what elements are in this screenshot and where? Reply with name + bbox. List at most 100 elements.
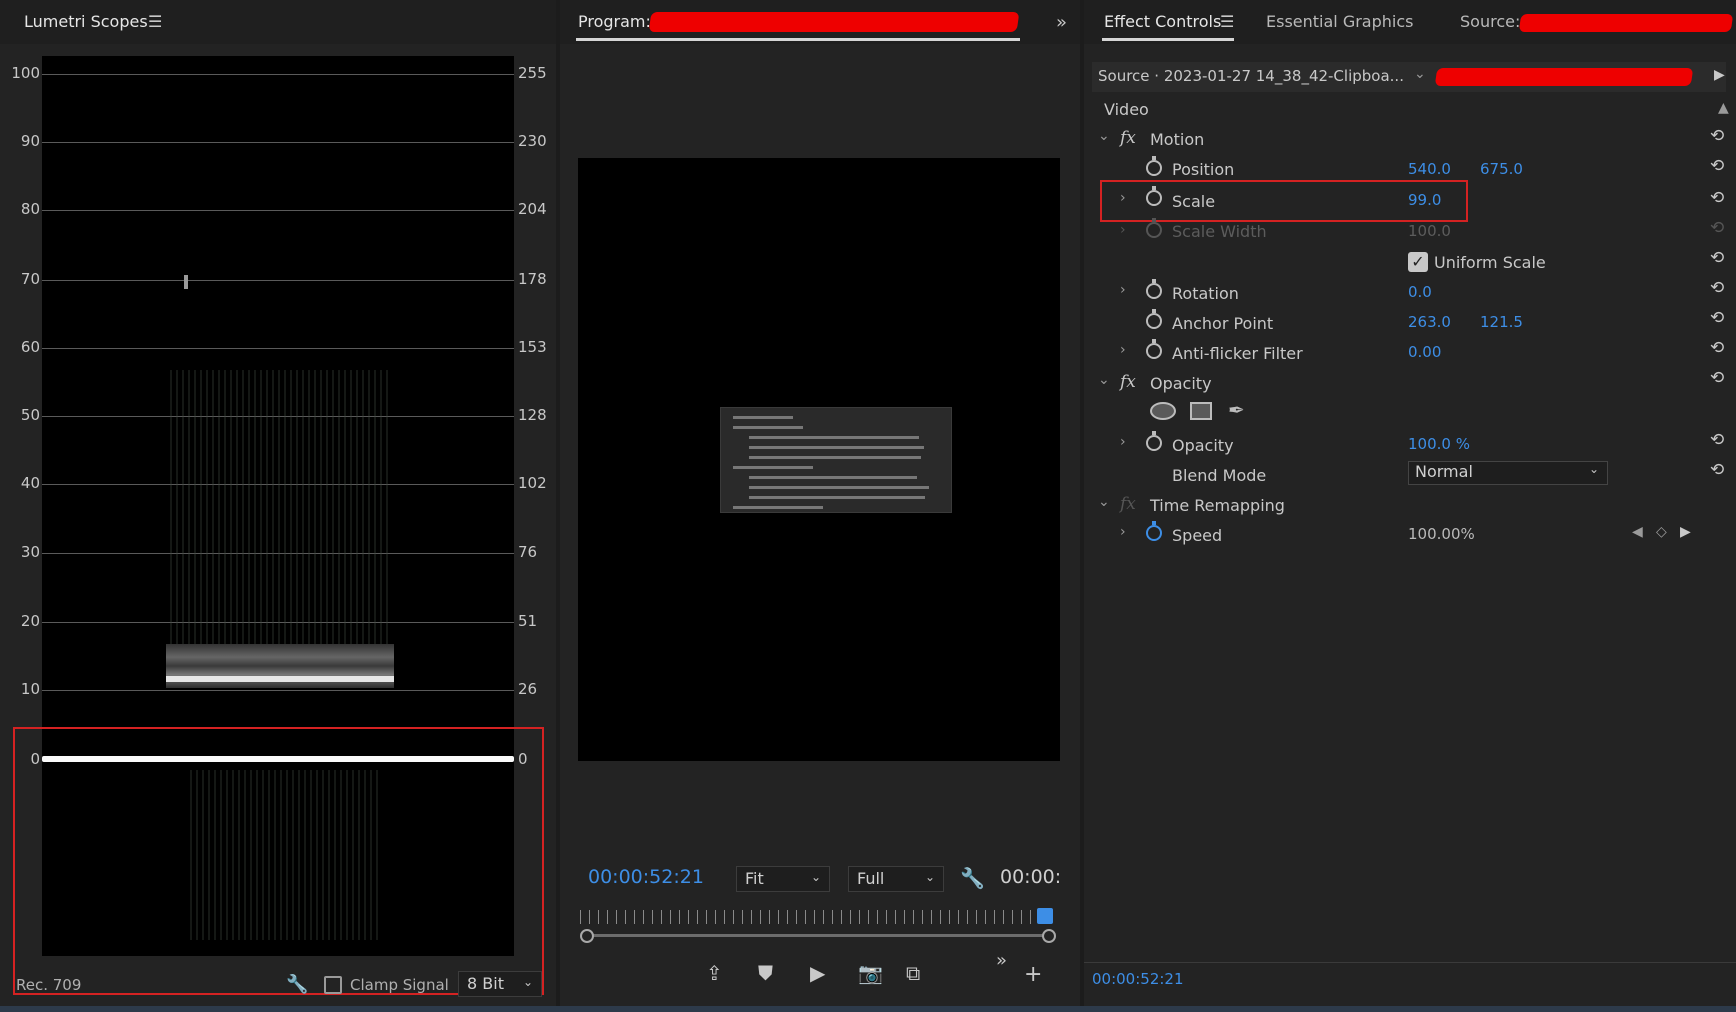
y-label-right: 102 [518,474,547,492]
fx-icon[interactable]: fx [1120,128,1136,148]
camera-icon[interactable]: 📷 [858,961,883,985]
thumbnail-line [749,486,929,489]
scopes-title[interactable]: Lumetri Scopes [24,12,148,31]
expand-arrow-icon[interactable]: › [1120,282,1126,298]
program-tabbar: Program: » [560,0,1080,44]
reset-icon[interactable]: ⟲ [1710,430,1724,450]
stopwatch-icon[interactable] [1146,309,1162,329]
thumbnail-line [749,436,919,439]
y-label-left: 30 [20,543,40,561]
ellipse-mask-icon[interactable] [1150,402,1176,420]
wrench-icon[interactable]: 🔧 [960,866,985,890]
rectangle-mask-icon[interactable] [1190,402,1212,420]
rotation-value[interactable]: 0.0 [1408,283,1432,301]
stopwatch-icon [1146,218,1162,238]
time-ruler[interactable] [580,910,1054,924]
expand-arrow-icon[interactable]: › [1120,524,1126,540]
uniform-scale-label: Uniform Scale [1434,253,1546,272]
bit-depth-dropdown[interactable]: 8 Bit ⌄ [458,971,542,997]
wrench-icon[interactable]: 🔧 [286,974,308,995]
y-label-left: 10 [20,680,40,698]
comparison-view-icon[interactable]: ⧉ [906,961,920,985]
panel-menu-icon[interactable]: ☰ [148,12,162,31]
collapse-arrow-icon[interactable]: ⌄ [1098,372,1110,388]
overflow-chevron-icon[interactable]: » [1056,12,1067,33]
reset-icon[interactable]: ⟲ [1710,368,1724,388]
fx-icon[interactable]: fx [1120,372,1136,392]
y-label-left: 70 [20,270,40,288]
source-clip-label[interactable]: Source · 2023-01-27 14_38_42-Clipboa... [1098,67,1404,85]
zoom-fit-dropdown[interactable]: Fit ⌄ [736,866,830,892]
expand-arrow-icon[interactable]: › [1120,342,1126,358]
play-icon[interactable]: ▶ [810,961,825,985]
play-triangle-icon[interactable]: ▶ [1714,67,1725,83]
stopwatch-icon[interactable] [1146,156,1162,176]
tab-essential-graphics[interactable]: Essential Graphics [1266,12,1413,31]
reset-icon[interactable]: ⟲ [1710,126,1724,146]
speed-value[interactable]: 100.00% [1408,525,1475,543]
collapse-arrow-icon[interactable]: ⌄ [1098,128,1110,144]
opacity-value[interactable]: 100.0 % [1408,435,1470,453]
duration-timecode: 00:00: [1000,866,1062,888]
tab-effect-controls[interactable]: Effect Controls [1104,12,1221,31]
stopwatch-icon[interactable] [1146,521,1162,541]
y-label-left: 50 [20,406,40,424]
thumbnail-line [733,426,803,429]
thumbnail-line [733,416,793,419]
tab-source[interactable]: Source: [1460,12,1520,31]
position-y-value[interactable]: 675.0 [1480,160,1523,178]
playhead-timecode[interactable]: 00:00:52:21 [588,866,704,888]
footer-timecode[interactable]: 00:00:52:21 [1092,970,1184,988]
blend-mode-label: Blend Mode [1172,466,1267,485]
position-label: Position [1172,160,1235,179]
anti-flicker-value[interactable]: 0.00 [1408,343,1441,361]
program-title[interactable]: Program: [578,12,651,31]
panel-menu-icon[interactable]: ☰ [1220,12,1234,31]
zoom-scrollbar[interactable] [586,934,1050,937]
add-keyframe-icon[interactable]: ◇ [1656,524,1667,540]
program-viewer[interactable] [578,158,1060,761]
playback-resolution-dropdown[interactable]: Full ⌄ [848,866,944,892]
redaction-mark [648,12,1020,32]
pen-mask-icon[interactable]: ✒ [1228,398,1245,422]
y-label-right: 178 [518,270,547,288]
stopwatch-icon[interactable] [1146,339,1162,359]
overflow-chevron-icon[interactable]: » [996,950,1007,971]
playhead-handle[interactable] [1037,908,1053,924]
next-keyframe-icon[interactable]: ▶ [1680,524,1691,540]
grid-line [42,210,514,211]
y-label-right: 128 [518,406,547,424]
marker-icon[interactable]: ⛊ [758,961,773,985]
video-section-label: Video [1104,100,1149,119]
scopes-tabbar: Lumetri Scopes ☰ [0,0,556,44]
scroll-up-icon[interactable]: ▲ [1718,100,1729,116]
collapse-arrow-icon[interactable]: ⌄ [1098,494,1110,510]
speed-label: Speed [1172,526,1223,545]
zoom-handle-left[interactable] [580,929,594,943]
blend-mode-dropdown[interactable]: Normal ⌄ [1408,461,1608,485]
reset-icon[interactable]: ⟲ [1710,338,1724,358]
chevron-down-icon: ⌄ [1588,462,1599,476]
reset-icon[interactable]: ⟲ [1710,460,1724,480]
chevron-down-icon[interactable]: ⌄ [1414,66,1426,82]
anchor-x-value[interactable]: 263.0 [1408,313,1451,331]
reset-icon[interactable]: ⟲ [1710,156,1724,176]
export-frame-icon[interactable]: ⇪ [706,961,723,985]
anchor-y-value[interactable]: 121.5 [1480,313,1523,331]
reset-icon[interactable]: ⟲ [1710,278,1724,298]
reset-icon[interactable]: ⟲ [1710,188,1724,208]
expand-arrow-icon[interactable]: › [1120,434,1126,450]
add-button-icon[interactable]: + [1024,962,1042,987]
uniform-scale-checkbox[interactable]: ✓ [1408,252,1428,272]
stopwatch-icon[interactable] [1146,431,1162,451]
clamp-signal-checkbox[interactable] [324,976,342,994]
previous-keyframe-icon[interactable]: ◀ [1632,524,1643,540]
reset-icon[interactable]: ⟲ [1710,308,1724,328]
colorspace-label[interactable]: Rec. 709 [16,976,81,994]
highlight-box [13,727,544,995]
grid-line [42,142,514,143]
stopwatch-icon[interactable] [1146,279,1162,299]
zoom-handle-right[interactable] [1042,929,1056,943]
position-x-value[interactable]: 540.0 [1408,160,1451,178]
reset-icon[interactable]: ⟲ [1710,248,1724,268]
